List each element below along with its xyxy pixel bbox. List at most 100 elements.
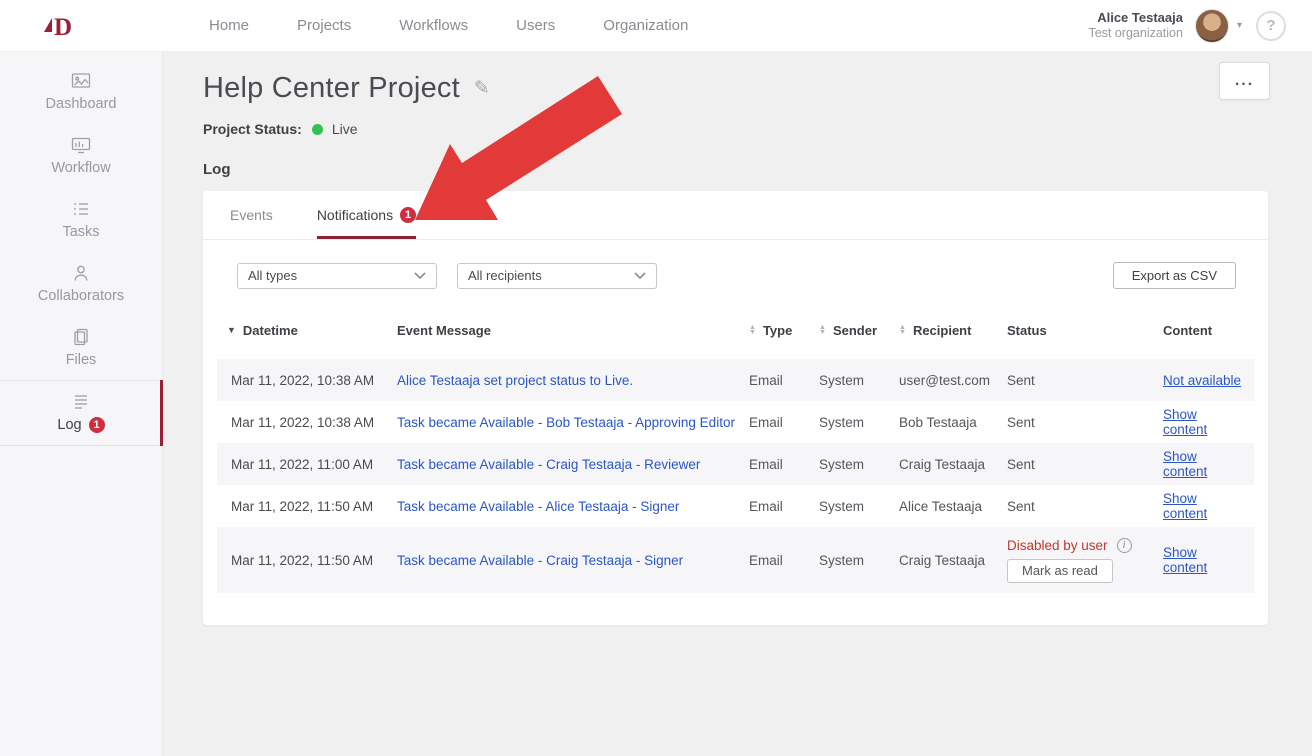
event-message-link[interactable]: Task became Available - Craig Testaaja -… [397,553,683,568]
cell-datetime: Mar 11, 2022, 11:50 AM [217,499,397,514]
type-filter-dropdown[interactable]: All types [237,263,437,289]
sidebar-item-workflow[interactable]: Workflow [0,124,162,188]
edit-pencil-icon[interactable]: ✎ [474,77,490,100]
cell-sender: System [819,553,899,568]
chevron-down-icon[interactable]: ▾ [1237,20,1242,31]
cell-content: Show content [1157,407,1254,437]
event-message-link[interactable]: Task became Available - Bob Testaaja - A… [397,415,735,430]
filters-row: All types All recipients Export as CSV [203,240,1268,297]
chevron-down-icon [414,272,426,279]
sort-updown-icon: ▲▼ [899,325,906,335]
tab-events[interactable]: Events [230,191,273,239]
svg-text:D: D [54,14,72,41]
sidebar-item-tasks[interactable]: Tasks [0,188,162,252]
dashboard-icon [71,71,91,91]
column-label: Recipient [913,323,972,338]
table-row: Mar 11, 2022, 10:38 AMAlice Testaaja set… [217,359,1254,401]
column-header-content: Content [1157,323,1254,338]
user-block: Alice Testaaja Test organization [1088,10,1183,42]
column-header-type[interactable]: ▲▼ Type [749,323,819,338]
column-label: Type [763,323,792,338]
content-link[interactable]: Show content [1163,491,1207,521]
column-header-sender[interactable]: ▲▼ Sender [819,323,899,338]
help-button[interactable]: ? [1256,11,1286,41]
sidebar-label: Dashboard [46,96,117,112]
project-status-label: Project Status: [203,121,302,137]
cell-sender: System [819,457,899,472]
brand-d-icon: D [40,11,80,41]
cell-status: Disabled by user i Mark as read [1007,538,1157,583]
nav-item-home[interactable]: Home [209,17,249,34]
cell-content: Show content [1157,449,1254,479]
page-title: Help Center Project [203,72,460,105]
log-icon [71,392,91,412]
cell-status: Sent [1007,373,1157,388]
project-status-value: Live [332,121,358,137]
tab-notifications[interactable]: Notifications 1 [317,191,416,239]
workflow-icon [71,135,91,155]
table-row: Mar 11, 2022, 11:00 AMTask became Availa… [217,443,1254,485]
cell-message: Task became Available - Bob Testaaja - A… [397,415,749,430]
cell-recipient: Bob Testaaja [899,415,1007,430]
column-header-datetime[interactable]: ▼ Datetime [217,323,397,338]
sort-updown-icon: ▲▼ [819,325,826,335]
cell-content: Not available [1157,373,1254,388]
section-title-log: Log [203,161,1272,178]
cell-message: Task became Available - Craig Testaaja -… [397,553,749,568]
nav-item-projects[interactable]: Projects [297,17,351,34]
cell-datetime: Mar 11, 2022, 11:00 AM [217,457,397,472]
layout: Dashboard Workflow Tasks [0,52,1312,756]
content-link[interactable]: Not available [1163,373,1241,388]
cell-sender: System [819,415,899,430]
nav-item-workflows[interactable]: Workflows [399,17,468,34]
notifications-table: ▼ Datetime Event Message ▲▼ Type ▲▼ Se [217,301,1254,625]
cell-status: Sent [1007,415,1157,430]
event-message-link[interactable]: Alice Testaaja set project status to Liv… [397,373,633,388]
info-icon[interactable]: i [1117,538,1132,553]
top-navigation: Home Projects Workflows Users Organizati… [209,17,688,34]
cell-status: Sent [1007,457,1157,472]
log-card: Events Notifications 1 All types [203,191,1268,625]
recipient-filter-value: All recipients [468,268,542,283]
sidebar-item-dashboard[interactable]: Dashboard [0,60,162,124]
cell-type: Email [749,373,819,388]
event-message-link[interactable]: Task became Available - Craig Testaaja -… [397,457,700,472]
content-link[interactable]: Show content [1163,545,1207,575]
cell-datetime: Mar 11, 2022, 11:50 AM [217,553,397,568]
chevron-down-icon [634,272,646,279]
avatar[interactable] [1195,9,1229,43]
column-header-recipient[interactable]: ▲▼ Recipient [899,323,1007,338]
sidebar-label: Tasks [62,224,99,240]
sidebar-label: Collaborators [38,288,124,304]
content-link[interactable]: Show content [1163,407,1207,437]
sort-desc-icon: ▼ [227,325,236,335]
table-header: ▼ Datetime Event Message ▲▼ Type ▲▼ Se [217,301,1254,359]
event-message-link[interactable]: Task became Available - Alice Testaaja -… [397,499,679,514]
more-options-button[interactable]: ... [1219,62,1270,100]
sidebar-item-files[interactable]: Files [0,316,162,380]
tab-notifications-label: Notifications [317,207,393,223]
project-status-line: Project Status: Live [203,121,1272,137]
cell-type: Email [749,415,819,430]
app-logo[interactable]: D [0,11,163,41]
mark-as-read-button[interactable]: Mark as read [1007,559,1113,583]
column-header-event-message: Event Message [397,323,749,338]
content-link[interactable]: Show content [1163,449,1207,479]
table-body: Mar 11, 2022, 10:38 AM Alice Testaaja set… [217,359,1254,593]
cell-type: Email [749,457,819,472]
user-organization: Test organization [1088,26,1183,42]
nav-item-organization[interactable]: Organization [603,17,688,34]
top-bar: D Home Projects Workflows Users Organiza… [0,0,1312,52]
cell-recipient: user@test.com [899,373,1007,388]
export-csv-button[interactable]: Export as CSV [1113,262,1236,289]
sidebar-item-collaborators[interactable]: Collaborators [0,252,162,316]
nav-item-users[interactable]: Users [516,17,555,34]
cell-sender: System [819,499,899,514]
collaborators-icon [71,263,91,283]
column-header-status: Status [1007,323,1157,338]
status-disabled-text: Disabled by user [1007,538,1108,553]
recipient-filter-dropdown[interactable]: All recipients [457,263,657,289]
sidebar-item-log[interactable]: Log 1 [0,380,162,446]
tabs: Events Notifications 1 [203,191,1268,240]
cell-datetime: Mar 11, 2022, 10:38 AM [217,415,397,430]
